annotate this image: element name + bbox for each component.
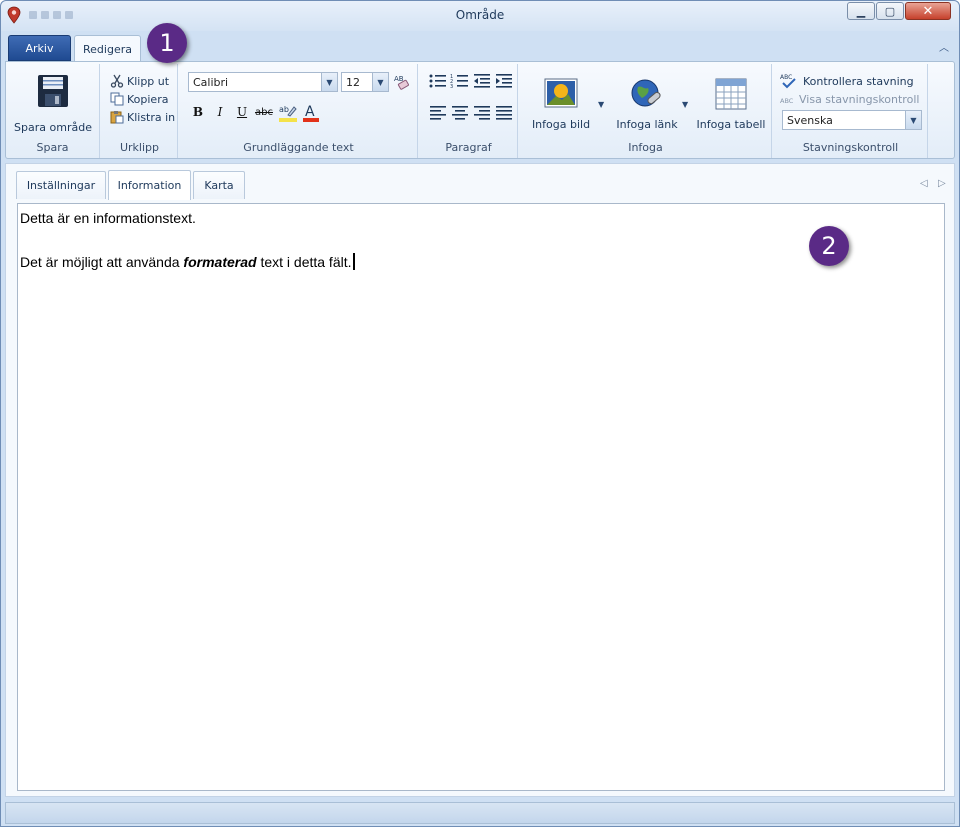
svg-text:ab: ab [279,105,289,114]
editor-line-2-end: text i detta fält. [256,254,352,270]
maximize-button[interactable]: ▢ [876,2,904,20]
title-bar: Område ▁ ▢ ✕ [1,1,959,31]
font-family-value: Calibri [193,76,229,89]
group-spelling: ABC Kontrollera stavning ABC Visa stavni… [774,64,928,158]
bulleted-list-icon[interactable] [428,72,448,90]
tab-scroll-right-icon[interactable]: ▷ [938,178,946,189]
area-window: Område ▁ ▢ ✕ Arkiv Redigera ︿ Spara områ… [0,0,960,827]
font-size-value: 12 [346,76,360,89]
language-value: Svenska [787,114,833,127]
group-label-basic-text: Grundläggande text [243,141,354,154]
chevron-down-icon[interactable]: ▼ [372,73,388,91]
close-button[interactable]: ✕ [905,2,951,20]
save-area-label: Spara område [14,121,92,134]
align-right-icon[interactable] [472,104,492,122]
check-spelling-button[interactable]: ABC Kontrollera stavning [780,73,914,89]
maximize-icon: ▢ [884,4,896,18]
chevron-down-icon[interactable]: ▼ [598,100,604,109]
minimize-icon: ▁ [856,4,866,18]
group-label-spelling: Stavningskontroll [802,141,899,154]
increase-indent-icon[interactable] [494,72,514,90]
formatted-word: formaterad [183,254,257,270]
minimize-button[interactable]: ▁ [847,2,875,20]
align-left-icon[interactable] [428,104,448,122]
tab-file[interactable]: Arkiv [8,35,71,61]
insert-link-button[interactable]: Infoga länk [610,78,684,131]
svg-text:A: A [305,104,315,120]
group-label-clipboard: Urklipp [119,141,160,154]
copy-button[interactable]: Kopiera [110,92,168,106]
svg-text:3: 3 [450,84,453,90]
editor-line-1: Detta är en informationstext. [20,210,196,226]
bold-icon[interactable]: B [188,102,208,122]
cut-button[interactable]: Klipp ut [110,74,169,88]
group-basic-text: Calibri ▼ 12 ▼ AB B I U abc ab A Grundlä… [180,64,418,158]
copy-icon [110,92,124,106]
table-icon [715,78,747,110]
show-spellcheck-button[interactable]: ABC Visa stavningskontroll [780,93,919,106]
group-insert: Infoga bild ▼ Infoga länk ▼ Infoga tabel… [520,64,772,158]
svg-text:ABC: ABC [780,74,792,81]
text-cursor [352,253,355,270]
status-bar [5,802,955,824]
group-clipboard: Klipp ut Kopiera Klistra in Urklipp [102,64,178,158]
group-label-save: Spara [36,141,69,154]
image-icon [544,78,578,108]
font-family-select[interactable]: Calibri ▼ [188,72,338,92]
insert-link-label: Infoga länk [616,118,678,131]
strikethrough-icon[interactable]: abc [254,102,274,122]
floppy-disk-icon [38,75,68,107]
callout-marker-1: 1 [147,23,187,63]
collapse-ribbon-icon[interactable]: ︿ [937,39,951,54]
language-select[interactable]: Svenska ▼ [782,110,922,130]
scissors-icon [110,74,124,88]
editor-line-2-start: Det är möjligt att använda [20,254,184,270]
tab-map[interactable]: Karta [193,171,245,199]
insert-image-button[interactable]: Infoga bild [526,78,596,131]
window-controls: ▁ ▢ ✕ [847,2,951,20]
tab-settings[interactable]: Inställningar [16,171,106,199]
ribbon: Spara område Spara Klipp ut Kopiera Klis… [5,61,955,159]
numbered-list-icon[interactable]: 1 2 3 [450,72,470,90]
check-spelling-label: Kontrollera stavning [803,74,914,88]
chevron-down-icon[interactable]: ▼ [905,111,921,129]
highlight-icon[interactable]: ab [278,103,298,123]
group-label-insert: Infoga [628,141,663,154]
font-color-icon[interactable]: A [301,103,321,123]
paste-button[interactable]: Klistra in [110,110,175,124]
paste-label: Klistra in [127,110,176,124]
tab-information[interactable]: Information [108,170,191,200]
insert-table-button[interactable]: Infoga tabell [696,78,766,131]
paste-icon [110,111,124,124]
font-size-select[interactable]: 12 ▼ [341,72,389,92]
spellcheck-icon: ABC [780,74,796,89]
chevron-down-icon[interactable]: ▼ [321,73,337,91]
decrease-indent-icon[interactable] [472,72,492,90]
close-icon: ✕ [922,3,934,19]
cut-label: Klipp ut [127,74,170,88]
copy-label: Kopiera [127,92,169,106]
show-spellcheck-label: Visa stavningskontroll [799,93,920,106]
group-save: Spara område Spara [6,64,100,158]
justify-icon[interactable] [494,104,514,122]
underline-icon[interactable]: U [232,102,252,122]
save-area-button[interactable]: Spara område [12,74,94,134]
abc-icon: ABC [780,97,794,105]
window-title: Område [455,8,505,22]
globe-link-icon [631,79,661,107]
align-center-icon[interactable] [450,104,470,122]
svg-text:ABC: ABC [780,97,794,105]
callout-marker-2: 2 [809,226,849,266]
insert-table-label: Infoga tabell [696,118,766,131]
clear-formatting-icon[interactable]: AB [393,73,411,91]
italic-icon[interactable]: I [210,102,230,122]
rich-text-editor[interactable]: Detta är en informationstext. Det är möj… [17,203,945,791]
insert-image-label: Infoga bild [531,118,591,131]
chevron-down-icon[interactable]: ▼ [682,100,688,109]
group-label-paragraph: Paragraf [445,141,492,154]
editor-line-2: Det är möjligt att använda formaterad te… [20,251,942,273]
tab-edit[interactable]: Redigera [74,35,141,62]
group-paragraph: 1 2 3 Paragraf [420,64,518,158]
tab-scroll-left-icon[interactable]: ◁ [920,178,928,189]
